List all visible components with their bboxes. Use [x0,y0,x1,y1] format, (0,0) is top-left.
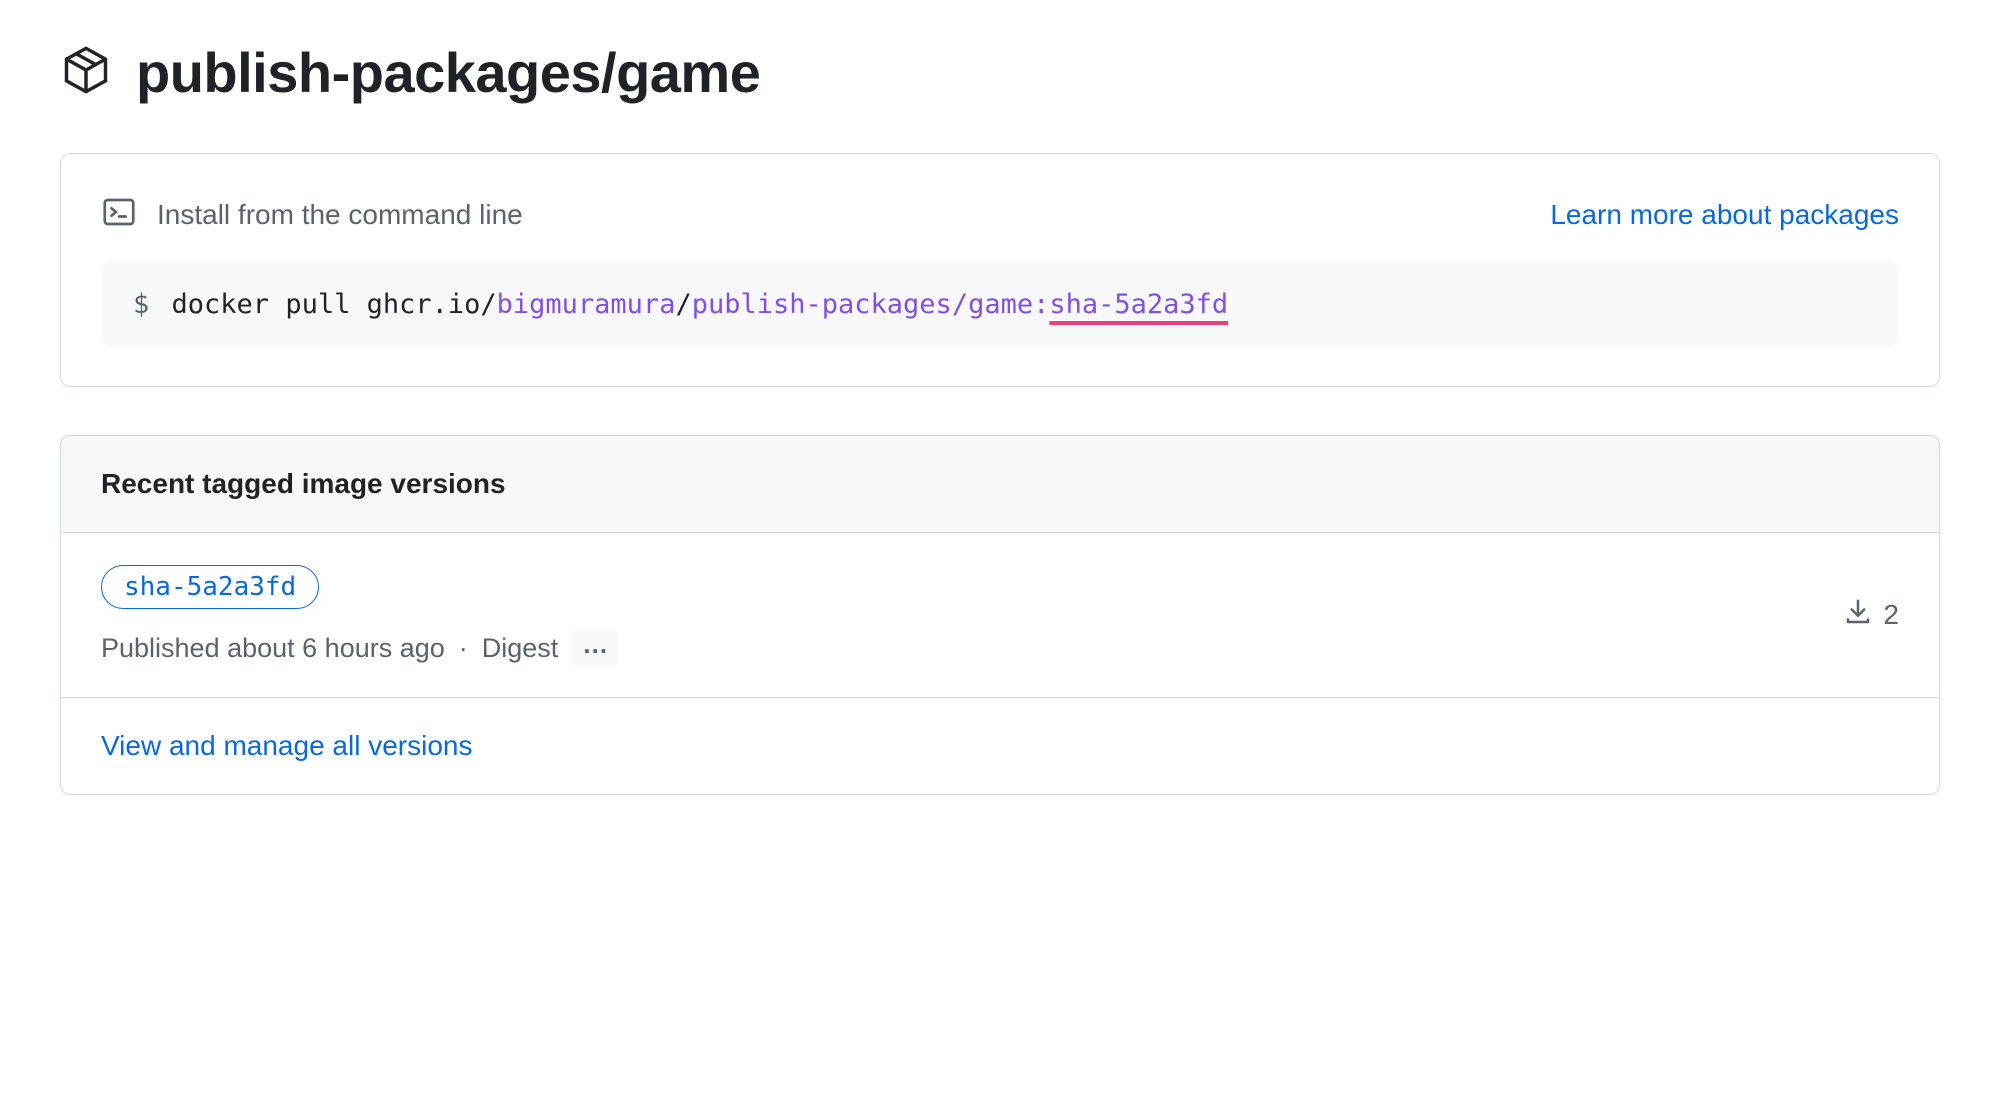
meta-separator: · [459,633,468,664]
container-icon [60,44,112,101]
cmd-colon: : [1033,289,1049,320]
terminal-icon [101,194,137,235]
view-all-versions-link[interactable]: View and manage all versions [101,730,472,761]
version-meta: Published about 6 hours ago · Digest … [101,631,619,665]
page-header: publish-packages/game [60,40,1940,105]
digest-expand-button[interactable]: … [572,631,619,665]
prompt-symbol: $ [133,289,149,320]
install-card: Install from the command line Learn more… [60,153,1940,387]
install-left: Install from the command line [101,194,523,235]
learn-more-link[interactable]: Learn more about packages [1550,199,1899,231]
versions-header: Recent tagged image versions [61,436,1939,533]
cmd-sep2: / [952,289,968,320]
version-tag[interactable]: sha-5a2a3fd [101,565,319,609]
download-count: 2 [1883,599,1899,631]
cmd-pkg: game [968,289,1033,320]
install-command[interactable]: $ docker pull ghcr.io/bigmuramura/publis… [101,263,1899,346]
install-header: Install from the command line Learn more… [101,194,1899,235]
cmd-sep1: / [675,289,691,320]
version-row: sha-5a2a3fd Published about 6 hours ago … [61,533,1939,698]
page-title: publish-packages/game [136,40,760,105]
cmd-user: bigmuramura [497,289,676,320]
install-label: Install from the command line [157,199,523,231]
download-icon [1843,597,1873,634]
version-digest-label: Digest [482,633,559,664]
versions-footer: View and manage all versions [61,698,1939,794]
cmd-base: docker pull ghcr.io/ [172,289,497,320]
cmd-sha: sha-5a2a3fd [1049,289,1228,320]
version-row-left: sha-5a2a3fd Published about 6 hours ago … [101,565,619,665]
version-published: Published about 6 hours ago [101,633,445,664]
versions-title: Recent tagged image versions [101,468,1899,500]
cmd-repo: publish-packages [692,289,952,320]
versions-card: Recent tagged image versions sha-5a2a3fd… [60,435,1940,795]
download-stat: 2 [1843,597,1899,634]
